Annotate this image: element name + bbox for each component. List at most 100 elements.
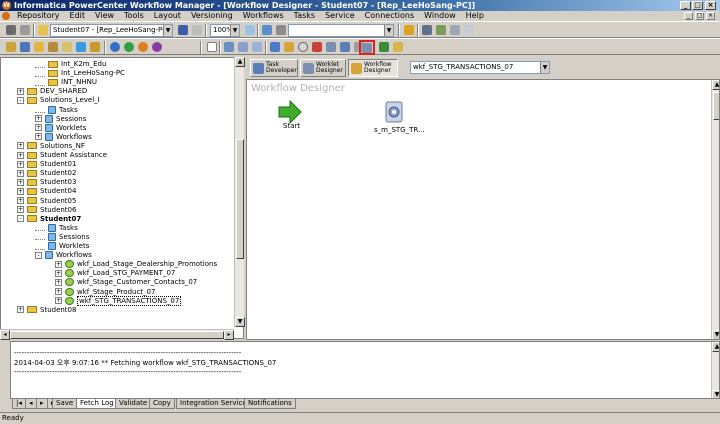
chevron-down-icon[interactable]: ▼ (384, 25, 393, 36)
pointer-icon[interactable] (205, 41, 218, 53)
tree-item[interactable]: INT_NHNU (35, 78, 97, 87)
menu-tasks[interactable]: Tasks (289, 11, 320, 21)
check-out-icon[interactable] (420, 24, 433, 36)
expand-icon[interactable]: + (17, 178, 24, 186)
tree-item[interactable]: + Student08 (17, 306, 76, 315)
workflow-log-icon[interactable] (88, 41, 101, 53)
navigator-vertical-scrollbar[interactable]: ▲ ▼ (234, 57, 245, 327)
tree-item[interactable]: Sessions (35, 232, 89, 242)
tree-item[interactable]: + Student02 (17, 169, 76, 178)
navigator-toggle-icon[interactable] (4, 41, 17, 53)
expand-icon[interactable]: + (55, 278, 62, 286)
collapse-icon[interactable]: - (17, 215, 24, 223)
event-raise-icon[interactable] (338, 41, 351, 53)
connect-icon[interactable] (4, 24, 17, 36)
zoom-combo[interactable]: 100% ▼ (210, 24, 240, 37)
tab-worklet-designer[interactable]: Worklet Designer (300, 59, 346, 77)
tab-integration-service[interactable]: Integration Service (176, 399, 251, 409)
tree-item[interactable]: + Solutions_NF (17, 142, 85, 151)
scroll-left-icon[interactable]: ◂ (0, 330, 10, 340)
output-toggle-icon[interactable] (18, 41, 31, 53)
chevron-down-icon[interactable]: ▼ (163, 25, 172, 36)
repository-manager-r-icon[interactable] (122, 41, 135, 53)
output-dock-handle[interactable] (0, 341, 9, 399)
workflow-combo[interactable]: wkf_STG_TRANSACTIONS_07 ▼ (410, 61, 550, 74)
tree-item[interactable]: - Solutions_Level_I (17, 96, 100, 105)
tab-save[interactable]: Save (52, 399, 78, 409)
maximize-button[interactable]: □ (692, 1, 703, 10)
history-icon[interactable] (462, 24, 475, 36)
tree-item[interactable]: + wkf_Stage_Customer_Contacts_07 (55, 278, 197, 287)
edit-pencil-icon[interactable] (402, 24, 415, 36)
expand-icon[interactable]: + (17, 197, 24, 204)
tree-item[interactable]: + Student04 (17, 187, 76, 196)
session-task[interactable] (381, 99, 407, 125)
menu-layout[interactable]: Layout (149, 11, 186, 21)
start-workflow-icon[interactable] (377, 41, 390, 53)
undo-checkout-icon[interactable] (448, 24, 461, 36)
scroll-down-icon[interactable]: ▼ (712, 330, 719, 339)
find-icon[interactable] (260, 24, 273, 36)
tab-next-button[interactable]: ▸ (36, 399, 48, 409)
scrollbar-thumb[interactable] (10, 331, 224, 339)
tree-item[interactable]: + wkf_STG_TRANSACTIONS_07 (55, 295, 182, 306)
tree-item[interactable]: Int_LeeHoSang-PC (35, 69, 125, 78)
expand-icon[interactable]: + (35, 124, 42, 132)
scroll-down-icon[interactable]: ▼ (712, 390, 719, 398)
overview-icon[interactable] (32, 41, 45, 53)
collapse-icon[interactable]: - (35, 251, 42, 259)
email-task-icon[interactable] (268, 41, 281, 53)
menu-workflows[interactable]: Workflows (238, 11, 289, 21)
find-combo[interactable]: ▼ (288, 24, 394, 37)
tab-fetch-log[interactable]: Fetch Log (76, 399, 118, 409)
designer-d-icon[interactable] (108, 41, 121, 53)
output-vertical-scrollbar[interactable]: ▲ ▼ (711, 342, 719, 398)
menu-help[interactable]: Help (461, 11, 489, 21)
tree-item[interactable]: + DEV_SHARED (17, 87, 87, 96)
open-folder-icon[interactable] (36, 24, 49, 36)
expand-icon[interactable]: + (55, 297, 62, 305)
tree-item[interactable]: - Workflows (35, 251, 92, 260)
assignment-task-icon[interactable] (310, 41, 323, 53)
chevron-down-icon[interactable]: ▼ (230, 25, 239, 36)
link-tasks-icon[interactable] (222, 41, 235, 53)
tab-task-developer[interactable]: Task Developer (250, 59, 298, 77)
task-view-icon[interactable] (60, 41, 73, 53)
gantt-icon[interactable] (391, 41, 404, 53)
tree-item[interactable]: + wkf_Load_Stage_Dealership_Promotions (55, 260, 217, 269)
tree-item[interactable]: + Workflows (35, 132, 92, 142)
mdi-minimize-button[interactable]: _ (684, 12, 693, 20)
tab-workflow-designer[interactable]: Workflow Designer (348, 59, 398, 77)
decision-task-icon[interactable] (282, 41, 295, 53)
expand-icon[interactable]: + (55, 269, 62, 277)
tree-item[interactable]: + wkf_Load_STG_PAYMENT_07 (55, 269, 175, 278)
workflow-monitor-m-icon[interactable] (150, 41, 163, 53)
refresh-icon[interactable] (74, 41, 87, 53)
tree-item[interactable]: + Student Assistance (17, 151, 107, 160)
close-button[interactable]: × (705, 1, 716, 10)
tree-item[interactable]: Tasks (35, 105, 78, 115)
worklet-task-icon[interactable] (359, 40, 375, 55)
menu-edit[interactable]: Edit (65, 11, 91, 21)
tab-copy[interactable]: Copy (149, 399, 175, 409)
scroll-up-icon[interactable]: ▲ (712, 342, 719, 352)
event-wait-icon[interactable] (324, 41, 337, 53)
tree-item[interactable]: + Worklets (35, 123, 86, 133)
navigator-horizontal-scrollbar[interactable]: ◂ ▸ (0, 329, 234, 340)
workflow-manager-w-icon[interactable] (136, 41, 149, 53)
properties-icon[interactable] (274, 24, 287, 36)
navigator-panel[interactable]: Int_K2m_Edu Int_LeeHoSang-PC INT_NHNU + DEV_… (0, 57, 244, 339)
tree-item[interactable]: + Student06 (17, 206, 76, 215)
tab-first-button[interactable]: |◂ (12, 399, 26, 409)
timer-task-icon[interactable] (296, 41, 309, 53)
expand-icon[interactable]: + (55, 288, 62, 295)
menu-tools[interactable]: Tools (119, 11, 149, 21)
tab-notifications[interactable]: Notifications (244, 399, 296, 409)
check-in-icon[interactable] (434, 24, 447, 36)
expand-icon[interactable]: + (17, 169, 24, 177)
mdi-close-button[interactable]: × (706, 12, 715, 20)
workspace-vertical-scrollbar[interactable]: ▲ ▼ (711, 80, 719, 339)
expand-icon[interactable]: + (17, 206, 24, 214)
tree-item[interactable]: + Sessions (35, 114, 86, 124)
scrollbar-thumb[interactable] (713, 92, 719, 120)
